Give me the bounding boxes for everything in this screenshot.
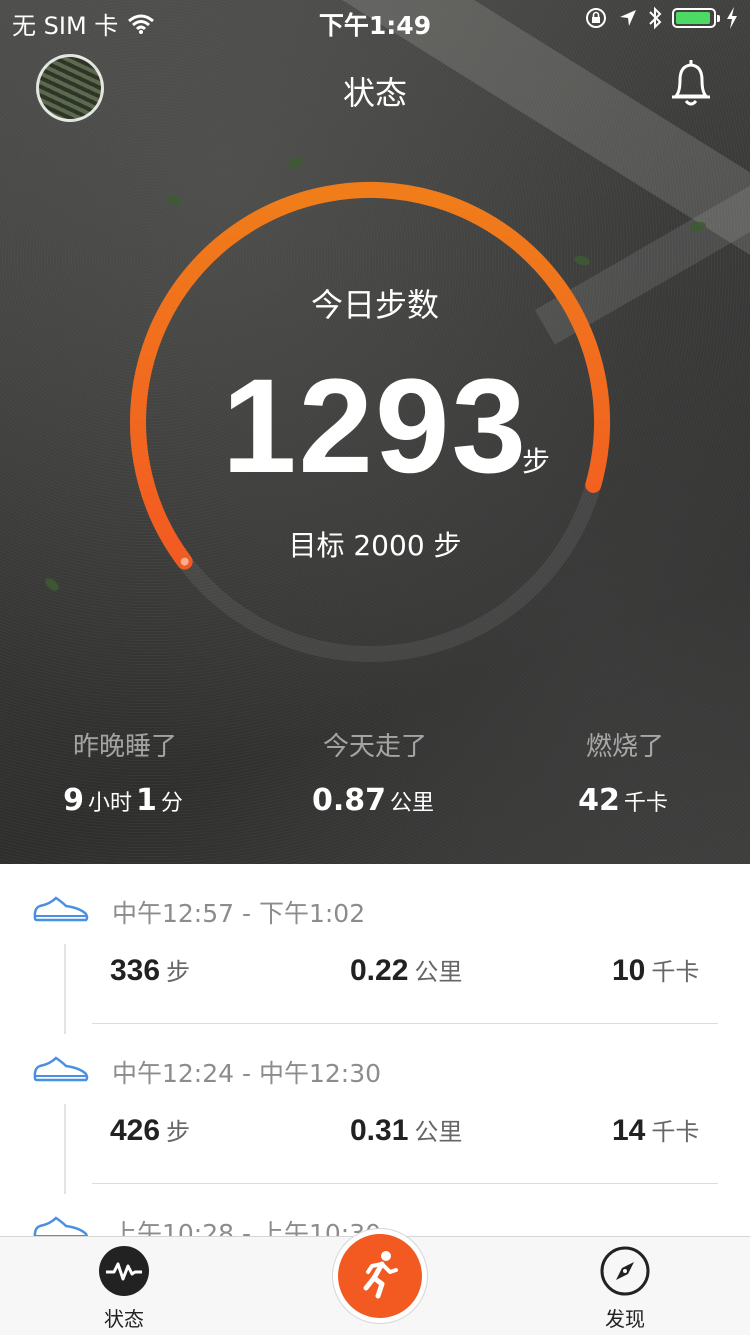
activity-time: 中午12:24 - 中午12:30 bbox=[112, 1059, 382, 1088]
shoe-icon bbox=[33, 1056, 89, 1082]
activity-list[interactable]: 中午12:57 - 下午1:02 336 步 0.22 公里 10 千卡 中午12:2… bbox=[0, 864, 750, 1236]
step-goal: 目标 2000 步 bbox=[288, 529, 462, 562]
activity-calories-unit: 千卡 bbox=[651, 958, 700, 986]
compass-icon bbox=[600, 1246, 650, 1296]
list-item[interactable]: 中午12:57 - 下午1:02 336 步 0.22 公里 10 千卡 bbox=[0, 864, 750, 1034]
list-item[interactable]: 中午12:24 - 中午12:30 426 步 0.31 公里 14 千卡 bbox=[0, 1024, 750, 1194]
calories-summary[interactable]: 燃烧了 42 千卡 bbox=[500, 726, 750, 818]
activity-pulse-icon bbox=[99, 1246, 149, 1296]
today-steps-unit: 步 bbox=[522, 445, 551, 478]
sleep-minutes-unit: 分 bbox=[160, 791, 183, 816]
sleep-hours-unit: 小时 bbox=[87, 791, 132, 816]
tab-bar: 状态 发现 bbox=[0, 1229, 750, 1335]
start-run-button[interactable] bbox=[333, 1229, 427, 1323]
activity-calories: 10 bbox=[612, 954, 646, 987]
timeline-line bbox=[64, 944, 66, 1034]
activity-distance-unit: 公里 bbox=[414, 958, 463, 986]
calories-label: 燃烧了 bbox=[585, 732, 664, 762]
activity-time: 上午10:28 - 上午10:30 bbox=[112, 1219, 382, 1236]
sleep-hours: 9 bbox=[63, 783, 84, 818]
activity-calories: 14 bbox=[612, 1114, 646, 1147]
today-steps-value: 1293 bbox=[221, 352, 529, 501]
distance-label: 今天走了 bbox=[322, 732, 427, 762]
activity-steps-unit: 步 bbox=[166, 958, 191, 986]
sleep-summary[interactable]: 昨晚睡了 9 小时 1 分 bbox=[0, 726, 250, 818]
sleep-label: 昨晚睡了 bbox=[72, 732, 177, 762]
activity-distance: 0.22 bbox=[350, 954, 409, 987]
tab-discover-label: 发现 bbox=[605, 1307, 645, 1331]
activity-steps: 336 bbox=[110, 954, 161, 987]
tab-discover[interactable]: 发现 bbox=[565, 1245, 685, 1332]
distance-summary[interactable]: 今天走了 0.87 公里 bbox=[250, 726, 500, 818]
activity-calories-unit: 千卡 bbox=[651, 1118, 700, 1146]
distance-unit: 公里 bbox=[390, 791, 435, 816]
shoe-icon bbox=[33, 1216, 89, 1236]
activity-steps: 426 bbox=[110, 1114, 161, 1147]
today-steps-label: 今日步数 bbox=[310, 286, 439, 324]
calories-unit: 千卡 bbox=[623, 791, 668, 816]
activity-time: 中午12:57 - 下午1:02 bbox=[112, 899, 366, 928]
sleep-minutes: 1 bbox=[136, 783, 157, 818]
timeline-line bbox=[64, 1104, 66, 1194]
shoe-icon bbox=[33, 896, 89, 922]
tab-status-label: 状态 bbox=[104, 1307, 144, 1331]
activity-distance: 0.31 bbox=[350, 1114, 409, 1147]
tab-status[interactable]: 状态 bbox=[64, 1245, 184, 1332]
distance-value: 0.87 bbox=[311, 783, 386, 818]
calories-value: 42 bbox=[578, 783, 620, 818]
runner-icon bbox=[363, 1251, 398, 1299]
activity-steps-unit: 步 bbox=[166, 1118, 191, 1146]
activity-distance-unit: 公里 bbox=[414, 1118, 463, 1146]
